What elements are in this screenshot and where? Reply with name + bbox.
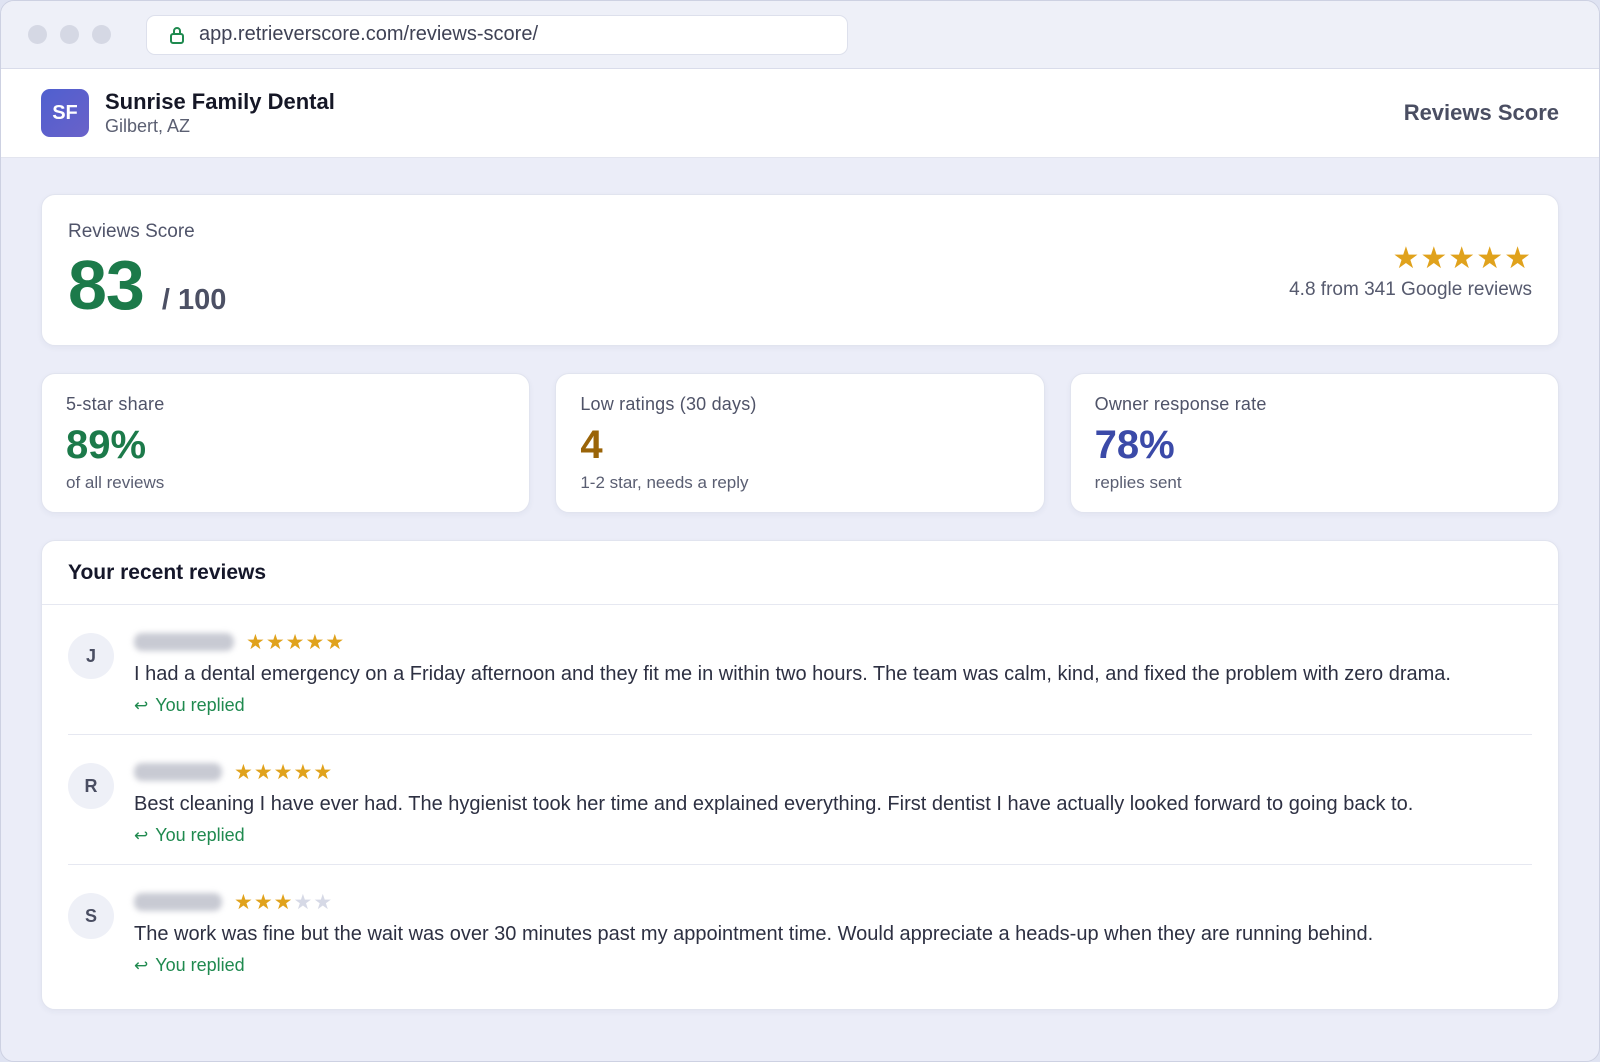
stats-row: 5-star share 89% of all reviews Low rati… <box>41 373 1559 513</box>
star-empty-icon: ★ <box>293 890 314 914</box>
review-text: The work was fine but the wait was over … <box>134 923 1374 945</box>
star-filled-icon: ★ <box>285 630 306 654</box>
reviewer-name-blurred <box>134 763 222 781</box>
reply-status[interactable]: ↩ You replied <box>134 825 1413 846</box>
stat-low-ratings: Low ratings (30 days) 4 1-2 star, needs … <box>555 373 1045 513</box>
stat-subtitle: 1-2 star, needs a reply <box>580 473 749 492</box>
review-text: Best cleaning I have ever had. The hygie… <box>134 793 1414 815</box>
review-item[interactable]: R ★★★★★ Best cleaning I have ever had. T… <box>68 735 1532 865</box>
stat-label: Owner response rate <box>1094 394 1267 414</box>
star-filled-icon: ★ <box>253 890 274 914</box>
review-star-rating: ★★★★★ <box>234 890 333 915</box>
star-filled-icon: ★ <box>246 630 266 654</box>
window-close-dot[interactable] <box>28 25 47 44</box>
star-filled-icon: ★ <box>313 760 334 784</box>
review-star-rating: ★★★★★ <box>234 760 333 785</box>
app-header: SF Sunrise Family Dental Gilbert, AZ Rev… <box>1 69 1599 158</box>
star-empty-icon: ★ <box>313 890 334 914</box>
stat-label: Low ratings (30 days) <box>580 394 757 414</box>
stat-owner-response-rate: Owner response rate 78% replies sent <box>1069 373 1559 513</box>
reply-status[interactable]: ↩ You replied <box>134 695 1451 716</box>
score-value: 83 <box>68 246 145 324</box>
score-label: Reviews Score <box>68 221 195 242</box>
review-body: ★★★★★ Best cleaning I have ever had. The… <box>134 759 1413 846</box>
reply-arrow-icon: ↩ <box>134 955 149 975</box>
browser-titlebar: app.retrieverscore.com/reviews-score/ <box>1 1 1599 69</box>
star-filled-icon: ★ <box>305 630 326 654</box>
star-filled-icon: ★ <box>234 760 254 784</box>
stat-value: 89% <box>66 423 147 467</box>
review-body: ★★★★★ I had a dental emergency on a Frid… <box>134 629 1451 716</box>
reviewer-avatar: J <box>68 633 114 679</box>
browser-window: app.retrieverscore.com/reviews-score/ SF… <box>0 0 1600 1062</box>
reply-status-label: You replied <box>155 955 245 975</box>
review-header: ★★★★★ <box>134 759 1413 785</box>
score-card: Reviews Score 83 / 100 ★★★★★ 4.8 from 34… <box>41 194 1559 346</box>
star-filled-icon: ★ <box>253 760 274 784</box>
reviewer-avatar: S <box>68 893 114 939</box>
review-body: ★★★★★ The work was fine but the wait was… <box>134 889 1373 976</box>
review-header: ★★★★★ <box>134 889 1373 915</box>
star-filled-icon: ★ <box>293 760 314 784</box>
recent-reviews-title: Your recent reviews <box>42 541 1558 605</box>
app-title: Reviews Score <box>1403 100 1559 125</box>
review-header: ★★★★★ <box>134 629 1451 655</box>
reviewer-name-blurred <box>134 633 234 651</box>
reply-status-label: You replied <box>155 825 245 845</box>
reply-status-label: You replied <box>155 695 245 715</box>
window-minimize-dot[interactable] <box>60 25 79 44</box>
google-star-rating: ★★★★★ <box>1392 242 1532 275</box>
review-item[interactable]: J ★★★★★ I had a dental emergency on a Fr… <box>68 605 1532 735</box>
star-filled-icon: ★ <box>273 760 294 784</box>
stat-subtitle: of all reviews <box>66 473 165 492</box>
address-url: app.retrieverscore.com/reviews-score/ <box>199 23 538 45</box>
stat-value: 4 <box>580 423 603 467</box>
review-text: I had a dental emergency on a Friday aft… <box>134 663 1451 685</box>
reviewer-avatar: R <box>68 763 114 809</box>
review-item[interactable]: S ★★★★★ The work was fine but the wait w… <box>68 865 1532 994</box>
lock-icon <box>170 26 184 44</box>
star-filled-icon: ★ <box>273 890 294 914</box>
google-review-count: 4.8 from 341 Google reviews <box>1289 279 1532 300</box>
stat-five-star-share: 5-star share 89% of all reviews <box>41 373 531 513</box>
stat-value: 78% <box>1094 423 1175 467</box>
stat-label: 5-star share <box>66 394 165 414</box>
main-content: Reviews Score 83 / 100 ★★★★★ 4.8 from 34… <box>1 158 1599 1010</box>
star-filled-icon: ★ <box>325 630 346 654</box>
reviewer-name-blurred <box>134 893 222 911</box>
business-info: Sunrise Family Dental Gilbert, AZ <box>105 89 335 137</box>
window-maximize-dot[interactable] <box>92 25 111 44</box>
star-filled-icon: ★ <box>234 890 254 914</box>
score-max: / 100 <box>161 284 227 316</box>
recent-reviews-card: Your recent reviews J ★★★★★ I had a dent… <box>41 540 1559 1010</box>
address-bar[interactable]: app.retrieverscore.com/reviews-score/ <box>146 14 848 55</box>
reply-status[interactable]: ↩ You replied <box>134 955 1373 976</box>
business-logo: SF <box>41 89 89 137</box>
business-name: Sunrise Family Dental <box>105 89 335 114</box>
stat-subtitle: replies sent <box>1094 473 1182 492</box>
business-location: Gilbert, AZ <box>105 116 191 136</box>
reply-arrow-icon: ↩ <box>134 825 149 845</box>
star-filled-icon: ★ <box>265 630 286 654</box>
google-rating-summary: ★★★★★ 4.8 from 341 Google reviews <box>1289 243 1532 301</box>
review-star-rating: ★★★★★ <box>246 630 345 655</box>
reply-arrow-icon: ↩ <box>134 695 149 715</box>
